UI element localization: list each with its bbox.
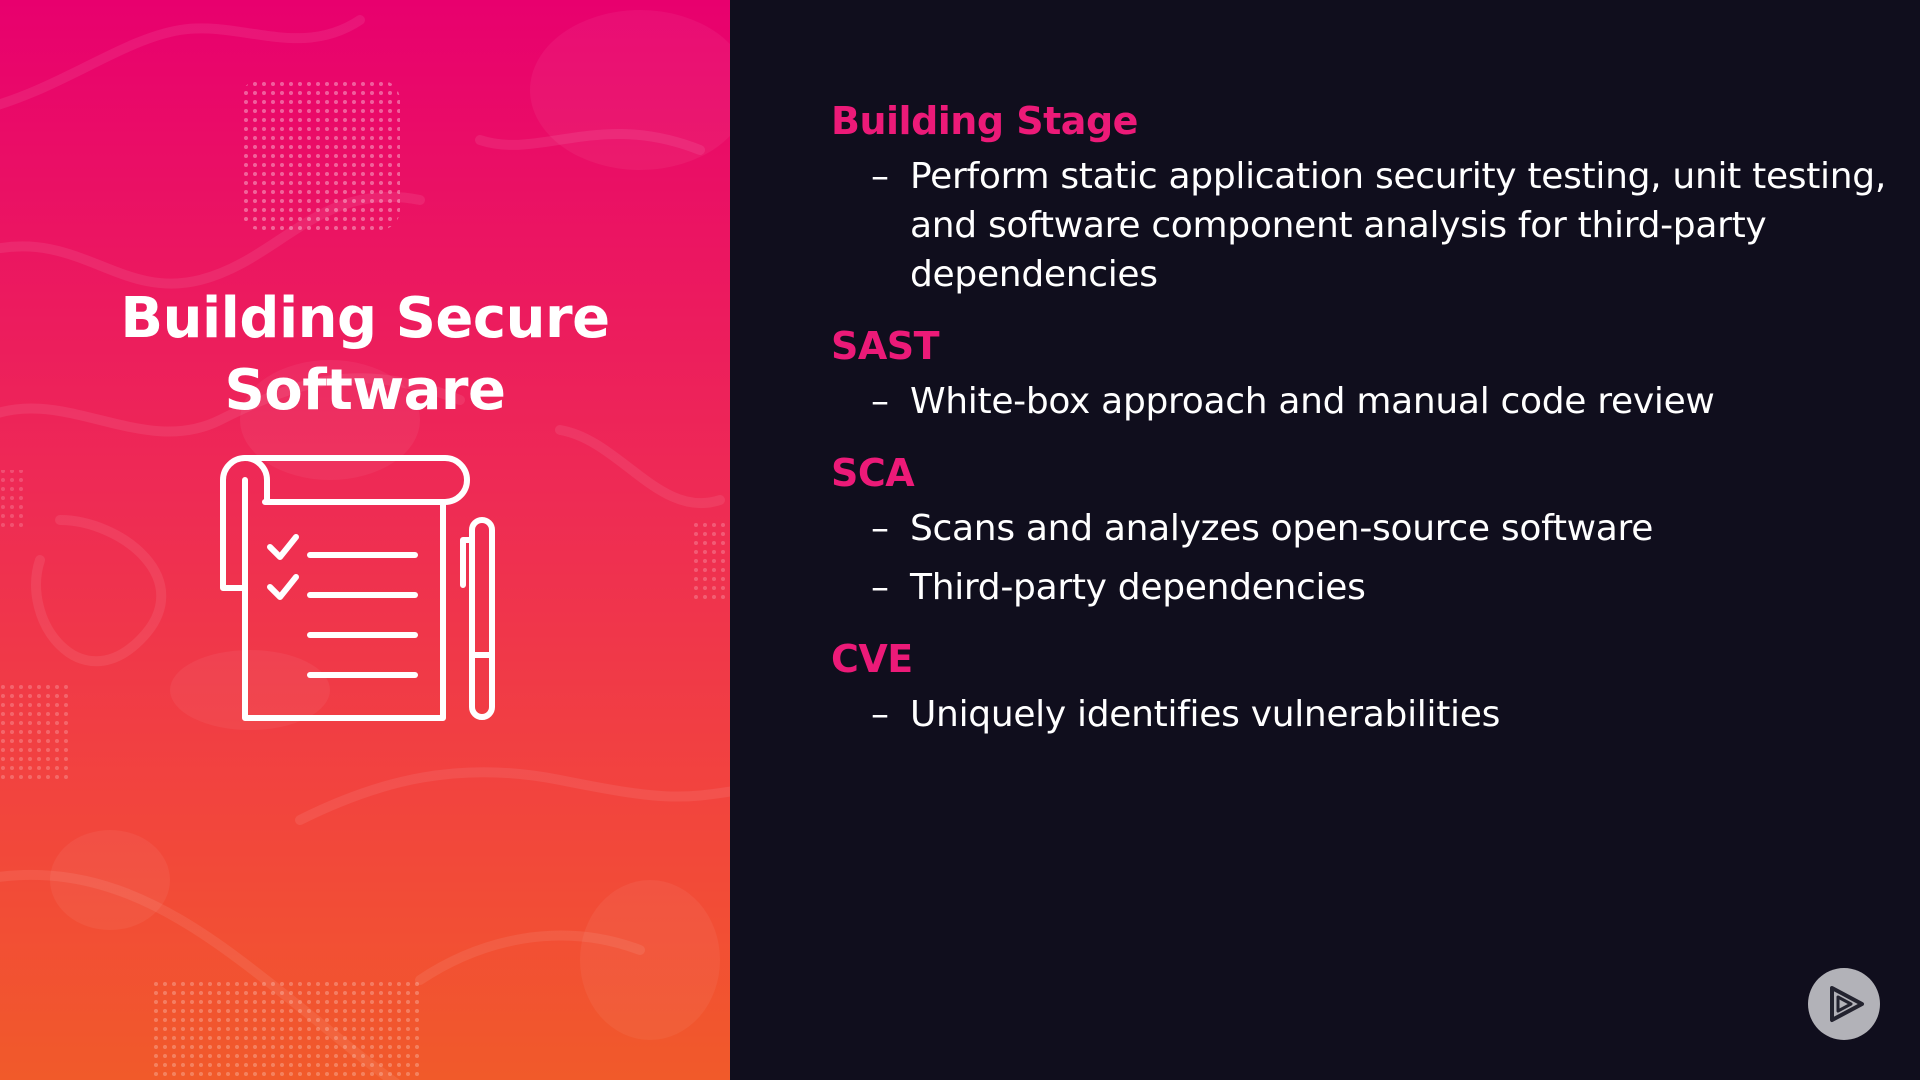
play-triangle-icon — [1830, 986, 1864, 1022]
slide-title-line-1: Building Secure — [120, 285, 610, 351]
checklist-with-pen-icon — [220, 455, 495, 721]
bullet-list: – White-box approach and manual code rev… — [831, 377, 1891, 426]
slide-title-line-2: Software — [224, 357, 506, 423]
left-panel: Building Secure Software — [0, 0, 730, 1080]
right-panel: Building Stage – Perform static applicat… — [730, 0, 1920, 1080]
bullet-text: Uniquely identifies vulnerabilities — [910, 694, 1501, 735]
bullet-text: Third-party dependencies — [910, 567, 1366, 608]
bullet-item: – Uniquely identifies vulnerabilities — [831, 690, 1891, 739]
bullet-dash: – — [871, 381, 889, 422]
section-heading: SCA — [831, 451, 915, 495]
bullet-list: – Scans and analyzes open-source softwar… — [831, 504, 1891, 612]
section-sca: SCA – Scans and analyzes open-source sof… — [831, 448, 1891, 612]
bullet-dash: – — [871, 567, 889, 608]
bullet-list: – Perform static application security te… — [831, 152, 1891, 299]
section-heading: SAST — [831, 324, 940, 368]
bullet-text: Perform static application security test… — [910, 156, 1886, 295]
section-building-stage: Building Stage – Perform static applicat… — [831, 96, 1891, 299]
content-sections: Building Stage – Perform static applicat… — [831, 96, 1891, 761]
bullet-list: – Uniquely identifies vulnerabilities — [831, 690, 1891, 739]
bullet-dash: – — [871, 508, 889, 549]
bullet-item: – Perform static application security te… — [831, 152, 1891, 299]
bullet-dash: – — [871, 694, 889, 735]
bullet-text: Scans and analyzes open-source software — [910, 508, 1654, 549]
section-cve: CVE – Uniquely identifies vulnerabilitie… — [831, 634, 1891, 739]
bullet-dash: – — [871, 156, 889, 197]
play-logo-icon — [1808, 968, 1880, 1040]
bullet-item: – White-box approach and manual code rev… — [831, 377, 1891, 426]
slide: Building Secure Software Building Stage … — [0, 0, 1920, 1080]
section-sast: SAST – White-box approach and manual cod… — [831, 321, 1891, 426]
bullet-item: – Third-party dependencies — [831, 563, 1891, 612]
bullet-item: – Scans and analyzes open-source softwar… — [831, 504, 1891, 553]
section-heading: Building Stage — [831, 99, 1138, 143]
section-heading: CVE — [831, 637, 913, 681]
slide-title: Building Secure Software — [40, 283, 690, 427]
bullet-text: White-box approach and manual code revie… — [910, 381, 1715, 422]
